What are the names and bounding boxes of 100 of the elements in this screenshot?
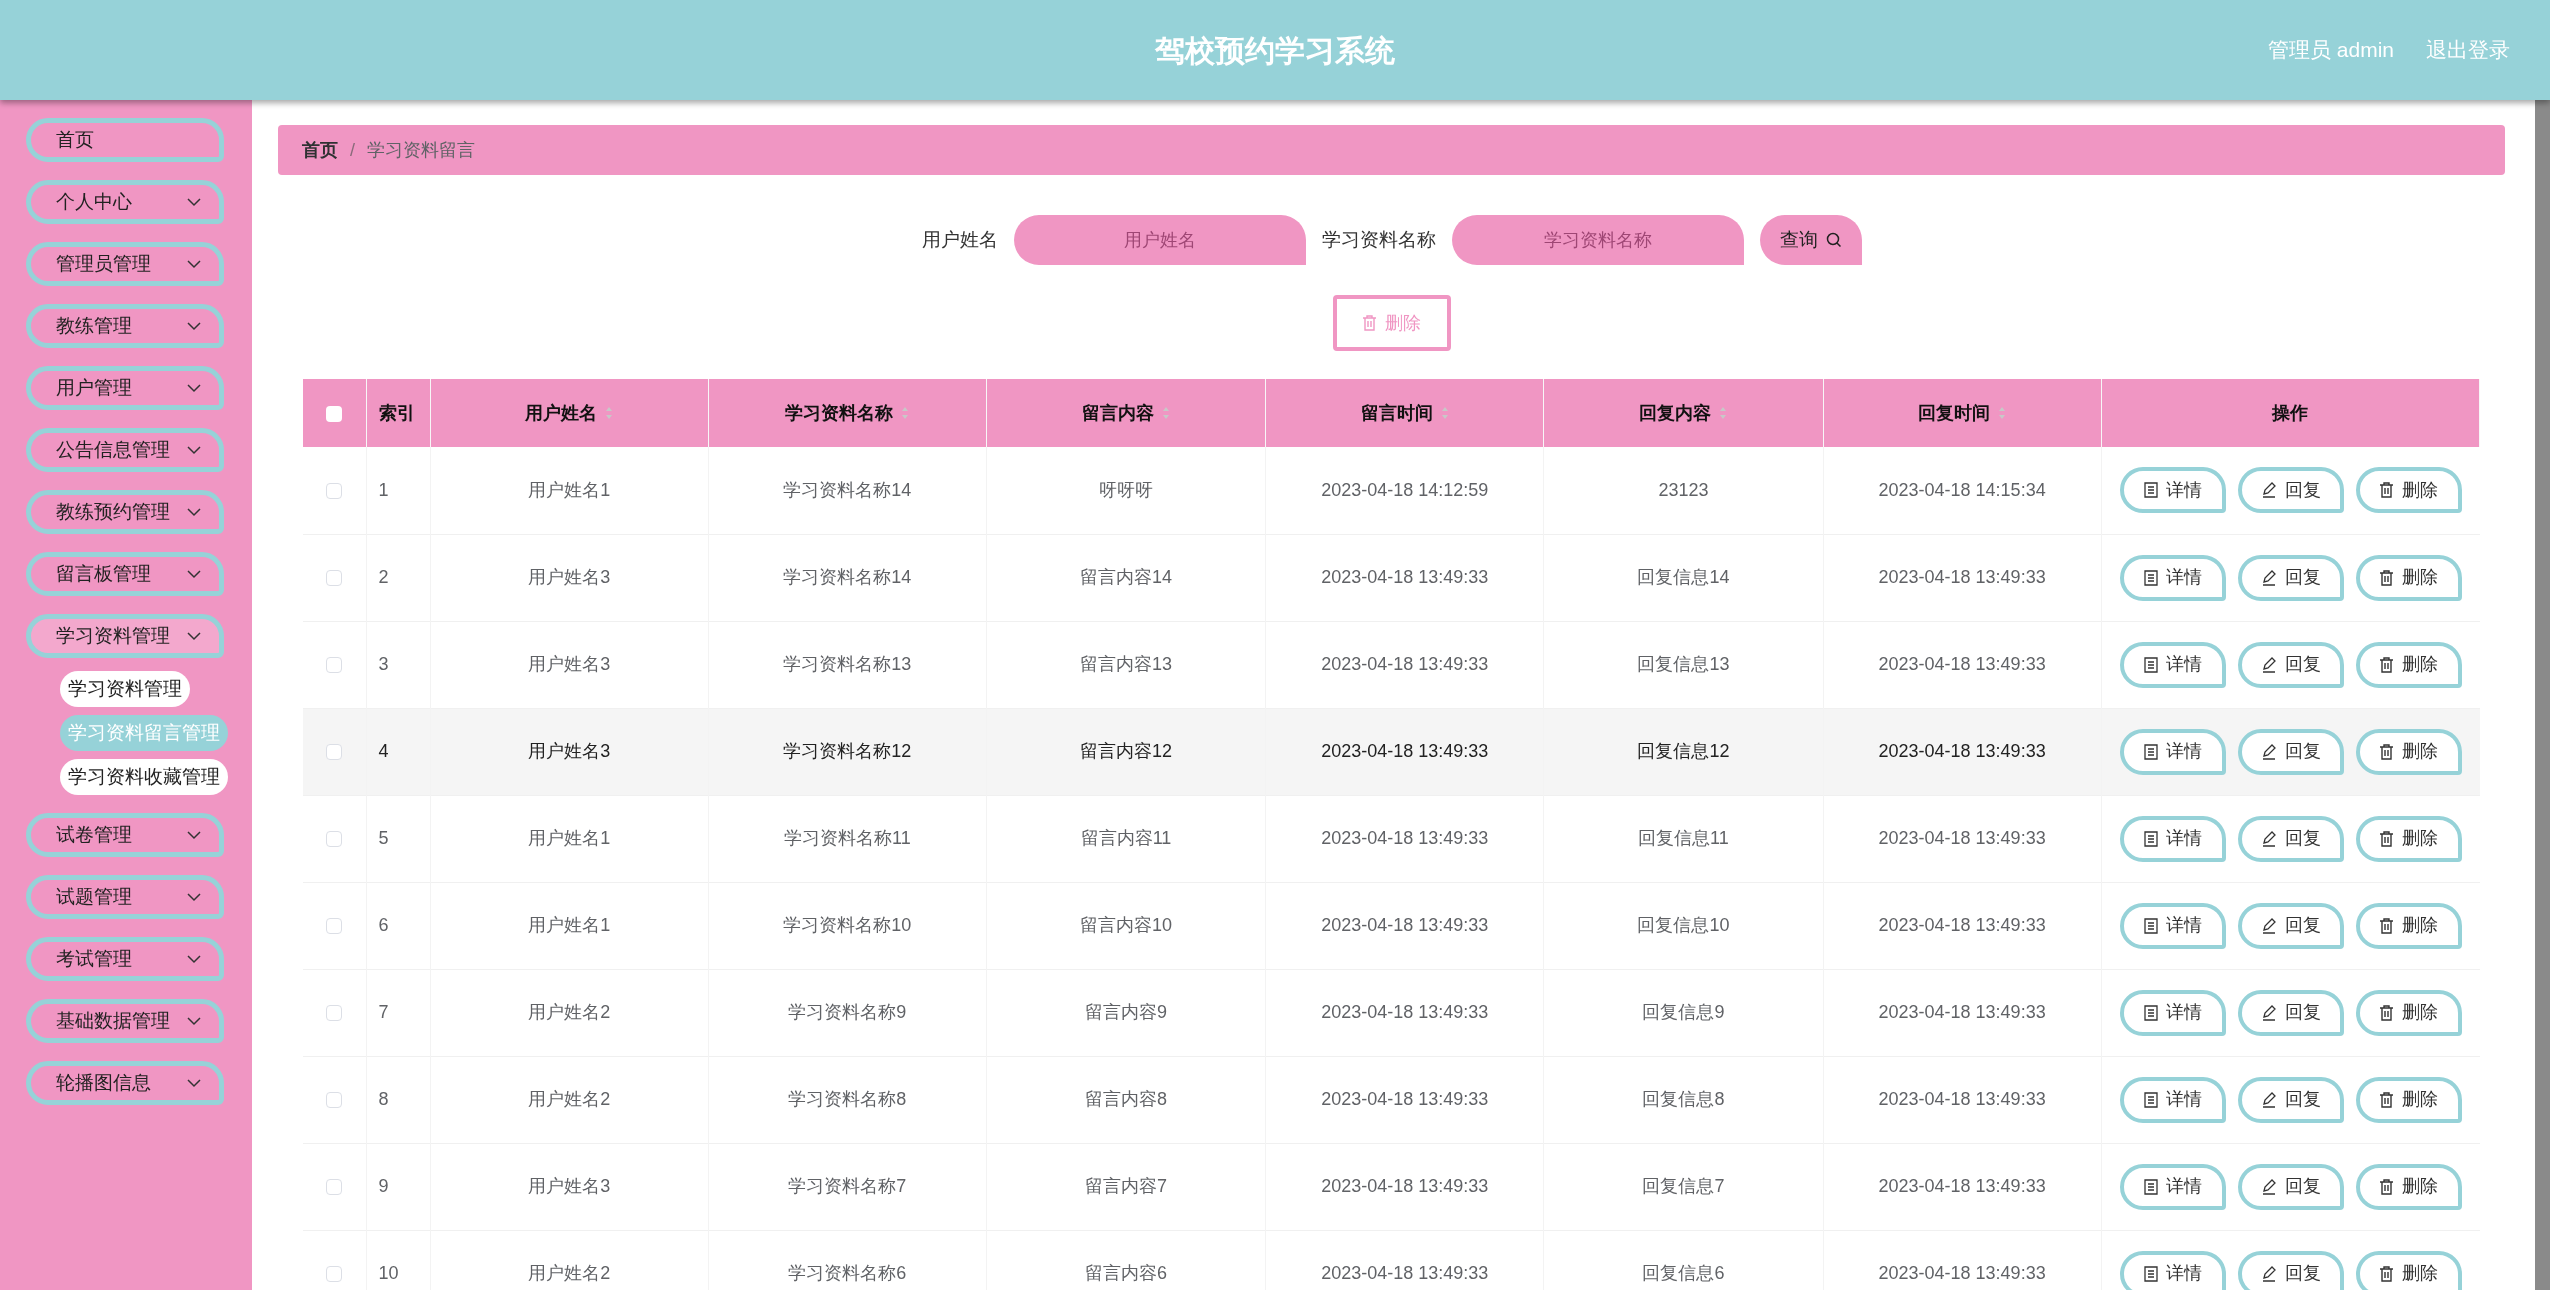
details-button[interactable]: 详情 xyxy=(2119,467,2226,514)
column-header[interactable]: 留言时间 xyxy=(1360,399,1433,427)
sidebar-item[interactable]: 考试管理 xyxy=(26,937,224,981)
sidebar-item[interactable]: 首页 xyxy=(26,118,224,162)
details-button[interactable]: 详情 xyxy=(2119,815,2226,862)
sort-icon[interactable] xyxy=(605,406,614,420)
reply-button[interactable]: 回复 xyxy=(2237,467,2344,514)
row-checkbox[interactable] xyxy=(326,1179,343,1196)
table-cell: 呀呀呀 xyxy=(1099,479,1154,500)
delete-button[interactable]: 删除 xyxy=(2355,815,2462,862)
table-cell: 留言内容12 xyxy=(1080,741,1173,761)
reply-button[interactable]: 回复 xyxy=(2237,1250,2344,1290)
pencil-icon xyxy=(2260,830,2277,847)
table-cell: 10 xyxy=(378,1263,399,1283)
search-field[interactable]: 用户姓名 xyxy=(1013,215,1306,265)
column-header[interactable]: 回复内容 xyxy=(1639,399,1712,427)
reply-button[interactable]: 回复 xyxy=(2237,902,2344,949)
sort-icon[interactable] xyxy=(1440,406,1449,420)
delete-button[interactable]: 删除 xyxy=(2355,1163,2462,1210)
delete-button[interactable]: 删除 xyxy=(2355,641,2462,688)
trash-icon xyxy=(2379,1091,2395,1108)
details-button[interactable]: 详情 xyxy=(2119,554,2226,601)
table-cell: 留言内容6 xyxy=(1085,1263,1168,1283)
column-header[interactable]: 回复时间 xyxy=(1918,399,1991,427)
pencil-icon xyxy=(2260,1091,2277,1108)
sidebar-item[interactable]: 轮播图信息 xyxy=(26,1061,224,1105)
details-button[interactable]: 详情 xyxy=(2119,989,2226,1036)
row-checkbox[interactable] xyxy=(326,1266,343,1283)
row-checkbox[interactable] xyxy=(326,744,343,761)
table-cell: 2023-04-18 13:49:33 xyxy=(1321,741,1489,761)
sidebar-item[interactable]: 管理员管理 xyxy=(26,242,224,286)
delete-button[interactable]: 删除 xyxy=(2355,902,2462,949)
table-cell: 2023-04-18 13:49:33 xyxy=(1321,915,1489,935)
chevron-down-icon xyxy=(187,569,201,579)
trash-icon xyxy=(2379,830,2395,847)
reply-button[interactable]: 回复 xyxy=(2237,641,2344,688)
delete-button[interactable]: 删除 xyxy=(2355,989,2462,1036)
breadcrumb-item[interactable]: 首页 xyxy=(302,136,338,164)
document-icon xyxy=(2143,482,2158,499)
details-button[interactable]: 详情 xyxy=(2119,641,2226,688)
sidebar-item[interactable]: 教练预约管理 xyxy=(26,490,224,534)
reply-button[interactable]: 回复 xyxy=(2237,1076,2344,1123)
select-all-checkbox[interactable] xyxy=(326,405,343,422)
row-checkbox[interactable] xyxy=(326,483,343,499)
reply-button[interactable]: 回复 xyxy=(2237,728,2344,775)
reply-button[interactable]: 回复 xyxy=(2237,815,2344,862)
sidebar-item[interactable]: 留言板管理 xyxy=(26,552,224,596)
document-icon xyxy=(2143,1265,2158,1282)
document-icon xyxy=(2143,917,2158,934)
row-checkbox[interactable] xyxy=(326,570,343,587)
sidebar-item[interactable]: 教练管理 xyxy=(26,304,224,348)
submenu-item[interactable]: 学习资料管理 xyxy=(60,671,190,707)
chevron-down-icon xyxy=(187,892,201,902)
details-button[interactable]: 详情 xyxy=(2119,728,2226,775)
sidebar-item[interactable]: 基础数据管理 xyxy=(26,999,224,1043)
details-button[interactable]: 详情 xyxy=(2119,902,2226,949)
row-checkbox[interactable] xyxy=(326,831,343,848)
sort-icon[interactable] xyxy=(1719,406,1728,420)
delete-button[interactable]: 删除 xyxy=(2355,728,2462,775)
row-checkbox[interactable] xyxy=(326,1092,343,1109)
sidebar-item[interactable]: 用户管理 xyxy=(26,366,224,410)
submenu-item[interactable]: 学习资料收藏管理 xyxy=(60,759,228,795)
column-header[interactable]: 用户姓名 xyxy=(525,399,598,427)
sidebar-item[interactable]: 个人中心 xyxy=(26,180,224,224)
table-cell: 用户姓名3 xyxy=(528,654,611,674)
reply-button[interactable]: 回复 xyxy=(2237,554,2344,601)
sort-icon[interactable] xyxy=(1162,406,1171,420)
search-icon xyxy=(1825,232,1842,248)
sidebar-item[interactable]: 学习资料管理 xyxy=(26,614,224,658)
chevron-down-icon xyxy=(187,259,201,269)
column-header[interactable]: 学习资料名称 xyxy=(785,399,894,427)
reply-button[interactable]: 回复 xyxy=(2237,1163,2344,1210)
sidebar-item[interactable]: 公告信息管理 xyxy=(26,428,224,472)
pencil-icon xyxy=(2260,1004,2277,1021)
sort-icon[interactable] xyxy=(1998,406,2007,420)
details-button[interactable]: 详情 xyxy=(2119,1163,2226,1210)
delete-button[interactable]: 删除 xyxy=(2355,1076,2462,1123)
search-button[interactable]: 查询 xyxy=(1759,215,1862,265)
pencil-icon xyxy=(2260,743,2277,760)
row-checkbox[interactable] xyxy=(326,657,343,674)
chevron-down-icon xyxy=(187,830,201,840)
sidebar-item[interactable]: 试卷管理 xyxy=(26,813,224,857)
row-checkbox[interactable] xyxy=(326,918,343,935)
sidebar-item[interactable]: 试题管理 xyxy=(26,875,224,919)
details-button[interactable]: 详情 xyxy=(2119,1076,2226,1123)
table-cell: 用户姓名2 xyxy=(528,1002,611,1022)
trash-icon xyxy=(2379,1004,2395,1021)
details-button[interactable]: 详情 xyxy=(2119,1250,2226,1290)
table-cell: 回复信息12 xyxy=(1637,741,1730,761)
chevron-down-icon xyxy=(187,631,201,641)
delete-button[interactable]: 删除 xyxy=(2355,467,2462,514)
delete-button[interactable]: 删除 xyxy=(2355,1250,2462,1290)
reply-button[interactable]: 回复 xyxy=(2237,989,2344,1036)
table-cell: 2023-04-18 13:49:33 xyxy=(1878,654,2046,674)
sort-icon[interactable] xyxy=(901,406,910,420)
row-checkbox[interactable] xyxy=(326,1005,343,1022)
delete-button[interactable]: 删除 xyxy=(2355,554,2462,601)
table-cell: 留言内容14 xyxy=(1080,567,1173,587)
column-header[interactable]: 留言内容 xyxy=(1082,399,1155,427)
search-field[interactable]: 学习资料名称 xyxy=(1451,215,1744,265)
